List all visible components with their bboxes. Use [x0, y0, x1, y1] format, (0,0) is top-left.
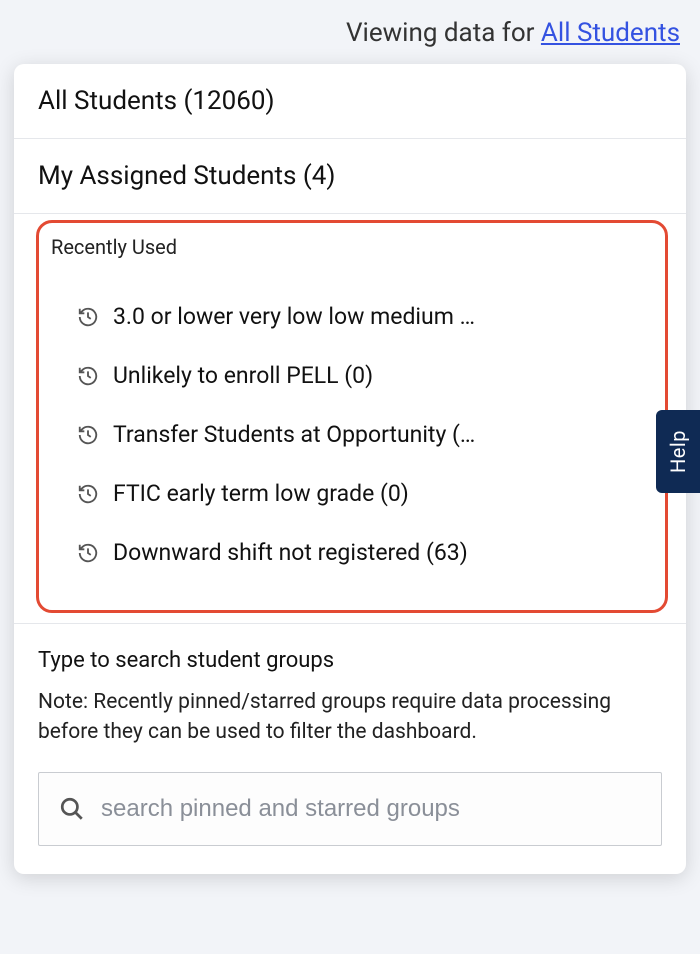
search-icon: [59, 796, 85, 822]
filter-link[interactable]: All Students: [541, 18, 680, 48]
history-icon: [77, 424, 99, 446]
recently-used-section: Recently Used 3.0 or lower very low low …: [36, 220, 668, 613]
recent-item[interactable]: Transfer Students at Opportunity (…: [49, 405, 655, 464]
filter-prefix: Viewing data for: [346, 18, 541, 48]
student-group-dropdown: All Students (12060) My Assigned Student…: [14, 64, 686, 874]
search-heading: Type to search student groups: [38, 648, 662, 673]
search-box[interactable]: [38, 772, 662, 846]
history-icon: [77, 365, 99, 387]
recent-item-label: Transfer Students at Opportunity (…: [113, 421, 475, 448]
recent-item-label: 3.0 or lower very low low medium …: [113, 303, 475, 330]
all-students-option[interactable]: All Students (12060): [14, 64, 686, 139]
my-assigned-option[interactable]: My Assigned Students (4): [14, 139, 686, 214]
recently-used-heading: Recently Used: [51, 235, 655, 259]
recent-item-label: Downward shift not registered (63): [113, 539, 468, 566]
search-note: Note: Recently pinned/starred groups req…: [38, 687, 662, 748]
history-icon: [77, 483, 99, 505]
search-input[interactable]: [101, 795, 641, 823]
recent-item[interactable]: Unlikely to enroll PELL (0): [49, 346, 655, 405]
recent-item[interactable]: Downward shift not registered (63): [49, 523, 655, 582]
recent-list: 3.0 or lower very low low medium … Unlik…: [49, 287, 655, 582]
filter-header: Viewing data for All Students: [0, 0, 700, 66]
recent-item-label: FTIC early term low grade (0): [113, 480, 409, 507]
search-section: Type to search student groups Note: Rece…: [14, 624, 686, 874]
help-tab[interactable]: Help: [656, 410, 700, 493]
recent-item[interactable]: 3.0 or lower very low low medium …: [49, 287, 655, 346]
recent-item[interactable]: FTIC early term low grade (0): [49, 464, 655, 523]
recent-item-label: Unlikely to enroll PELL (0): [113, 362, 373, 389]
history-icon: [77, 306, 99, 328]
history-icon: [77, 542, 99, 564]
